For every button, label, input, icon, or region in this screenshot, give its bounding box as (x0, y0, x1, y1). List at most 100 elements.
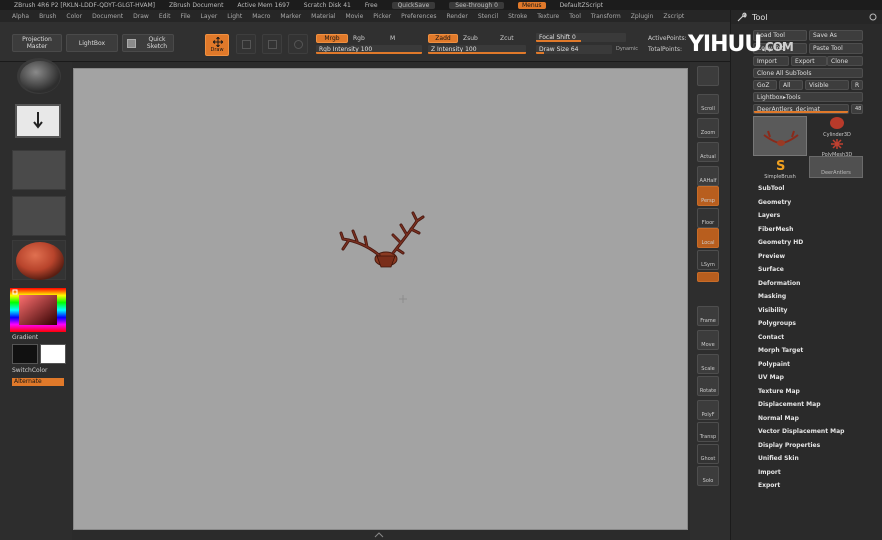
menu-unified-skin[interactable]: Unified Skin (758, 455, 799, 462)
z-intensity-slider[interactable]: Z Intensity 100 (428, 45, 526, 54)
dynamic-button[interactable]: Dynamic (616, 46, 638, 52)
menu-export[interactable]: Export (758, 482, 780, 489)
default-zscript[interactable]: DefaultZScript (560, 2, 603, 9)
menu-polypaint[interactable]: Polypaint (758, 361, 790, 368)
rotate-button[interactable] (288, 34, 308, 54)
quicksave-button[interactable]: QuickSave (391, 1, 436, 9)
menu-deformation[interactable]: Deformation (758, 280, 800, 287)
menu-import[interactable]: Import (758, 469, 781, 476)
material-thumbnail[interactable] (12, 240, 66, 280)
persp-button[interactable]: Persp (697, 186, 719, 206)
clone-all-subtools-button[interactable]: Clone All SubTools (753, 68, 863, 78)
quick-sketch-button[interactable]: Quick Sketch (122, 34, 174, 52)
stroke-thumbnail[interactable] (15, 104, 61, 138)
menu-uv-map[interactable]: UV Map (758, 374, 784, 381)
menu-masking[interactable]: Masking (758, 293, 786, 300)
menu-alpha[interactable]: Alpha (12, 13, 29, 20)
zcut-button[interactable]: Zcut (500, 35, 514, 42)
goz-all-button[interactable]: All (779, 80, 803, 90)
mrgb-button[interactable]: Mrgb (316, 34, 348, 43)
menu-display-properties[interactable]: Display Properties (758, 442, 820, 449)
menu-texture[interactable]: Texture (537, 13, 559, 20)
menu-texture-map[interactable]: Texture Map (758, 388, 800, 395)
menu-draw[interactable]: Draw (133, 13, 149, 20)
secondary-color-swatch[interactable] (40, 344, 66, 364)
goz-r-button[interactable]: R (851, 80, 863, 90)
polyf-button[interactable]: PolyF (697, 400, 719, 420)
menu-polygroups[interactable]: Polygroups (758, 320, 796, 327)
paste-tool-button[interactable]: Paste Tool (809, 43, 863, 54)
save-as-button[interactable]: Save As (809, 30, 863, 41)
menu-preferences[interactable]: Preferences (401, 13, 436, 20)
tool-thumb-cylinder[interactable]: Cylinder3D (811, 116, 863, 138)
local-button[interactable]: Local (697, 228, 719, 248)
clone-button[interactable]: Clone (827, 56, 863, 66)
menu-stroke[interactable]: Stroke (508, 13, 527, 20)
scale-button[interactable] (262, 34, 282, 54)
palette-close-icon[interactable] (869, 13, 877, 21)
menu-render[interactable]: Render (446, 13, 467, 20)
xyz-button[interactable] (697, 272, 719, 282)
color-picker[interactable] (10, 288, 66, 332)
move-view-button[interactable]: Move (697, 330, 719, 350)
switch-color-button[interactable]: SwitchColor (12, 367, 66, 374)
actual-button[interactable]: Actual (697, 142, 719, 162)
import-button[interactable]: Import (753, 56, 789, 66)
texture-thumbnail[interactable] (12, 196, 66, 236)
menu-transform[interactable]: Transform (591, 13, 621, 20)
menu-geometry-hd[interactable]: Geometry HD (758, 239, 803, 246)
scroll-button[interactable]: Scroll (697, 94, 719, 114)
menu-macro[interactable]: Macro (252, 13, 270, 20)
menu-layer[interactable]: Layer (201, 13, 218, 20)
menu-stencil[interactable]: Stencil (478, 13, 498, 20)
menu-file[interactable]: File (180, 13, 190, 20)
lightbox-button[interactable]: LightBox (66, 34, 118, 52)
menu-marker[interactable]: Marker (280, 13, 301, 20)
transp-button[interactable]: Transp (697, 422, 719, 442)
menu-material[interactable]: Material (311, 13, 335, 20)
menu-normal-map[interactable]: Normal Map (758, 415, 799, 422)
menu-surface[interactable]: Surface (758, 266, 784, 273)
rgb-button[interactable]: Rgb (353, 35, 365, 42)
menu-displacement-map[interactable]: Displacement Map (758, 401, 821, 408)
rgb-intensity-slider[interactable]: Rgb Intensity 100 (316, 45, 422, 54)
draw-button[interactable]: Draw (205, 34, 229, 56)
menu-fibermesh[interactable]: FiberMesh (758, 226, 793, 233)
menu-zscript[interactable]: Zscript (663, 13, 684, 20)
frame-button[interactable]: Frame (697, 306, 719, 326)
document-canvas[interactable] (73, 68, 688, 530)
zadd-button[interactable]: Zadd (428, 34, 458, 43)
menu-brush[interactable]: Brush (39, 13, 56, 20)
lightbox-tools-button[interactable]: Lightbox▸Tools (753, 92, 863, 102)
tool-thumb-deer-small[interactable]: DeerAntlers (809, 156, 863, 178)
menu-visibility[interactable]: Visibility (758, 307, 787, 314)
menus-button[interactable]: Menus (517, 1, 546, 9)
menu-light[interactable]: Light (227, 13, 242, 20)
tool-thumb-polymesh[interactable]: PolyMesh3D (811, 138, 863, 158)
ghost-button[interactable]: Ghost (697, 444, 719, 464)
alpha-thumbnail[interactable] (12, 150, 66, 190)
solo-button[interactable]: Solo (697, 466, 719, 486)
scale-view-button[interactable]: Scale (697, 354, 719, 374)
menu-layers[interactable]: Layers (758, 212, 780, 219)
aahalf-button[interactable]: AAHalf (697, 166, 719, 186)
color-picker-wheel[interactable] (10, 288, 66, 332)
zoom-button[interactable]: Zoom (697, 118, 719, 138)
deer-antlers-model[interactable] (74, 69, 689, 531)
gradient-label[interactable]: Gradient (12, 334, 66, 341)
main-color-swatch[interactable] (12, 344, 38, 364)
current-tool-slider[interactable]: DeerAntlers_decimat (753, 104, 849, 114)
tool-thumb-simplebrush[interactable]: S SimpleBrush (753, 158, 807, 180)
menu-document[interactable]: Document (92, 13, 123, 20)
bpr-button[interactable] (697, 66, 719, 86)
menu-zplugin[interactable]: Zplugin (631, 13, 654, 20)
export-button[interactable]: Export (791, 56, 827, 66)
draw-size-slider[interactable]: Draw Size 64 (536, 45, 612, 54)
menu-edit[interactable]: Edit (159, 13, 171, 20)
menu-movie[interactable]: Movie (346, 13, 364, 20)
menu-color[interactable]: Color (66, 13, 82, 20)
focal-shift-slider[interactable]: Focal Shift 0 (536, 33, 626, 42)
menu-contact[interactable]: Contact (758, 334, 784, 341)
tool-thumb-deer[interactable] (753, 116, 807, 156)
zsub-button[interactable]: Zsub (463, 35, 478, 42)
